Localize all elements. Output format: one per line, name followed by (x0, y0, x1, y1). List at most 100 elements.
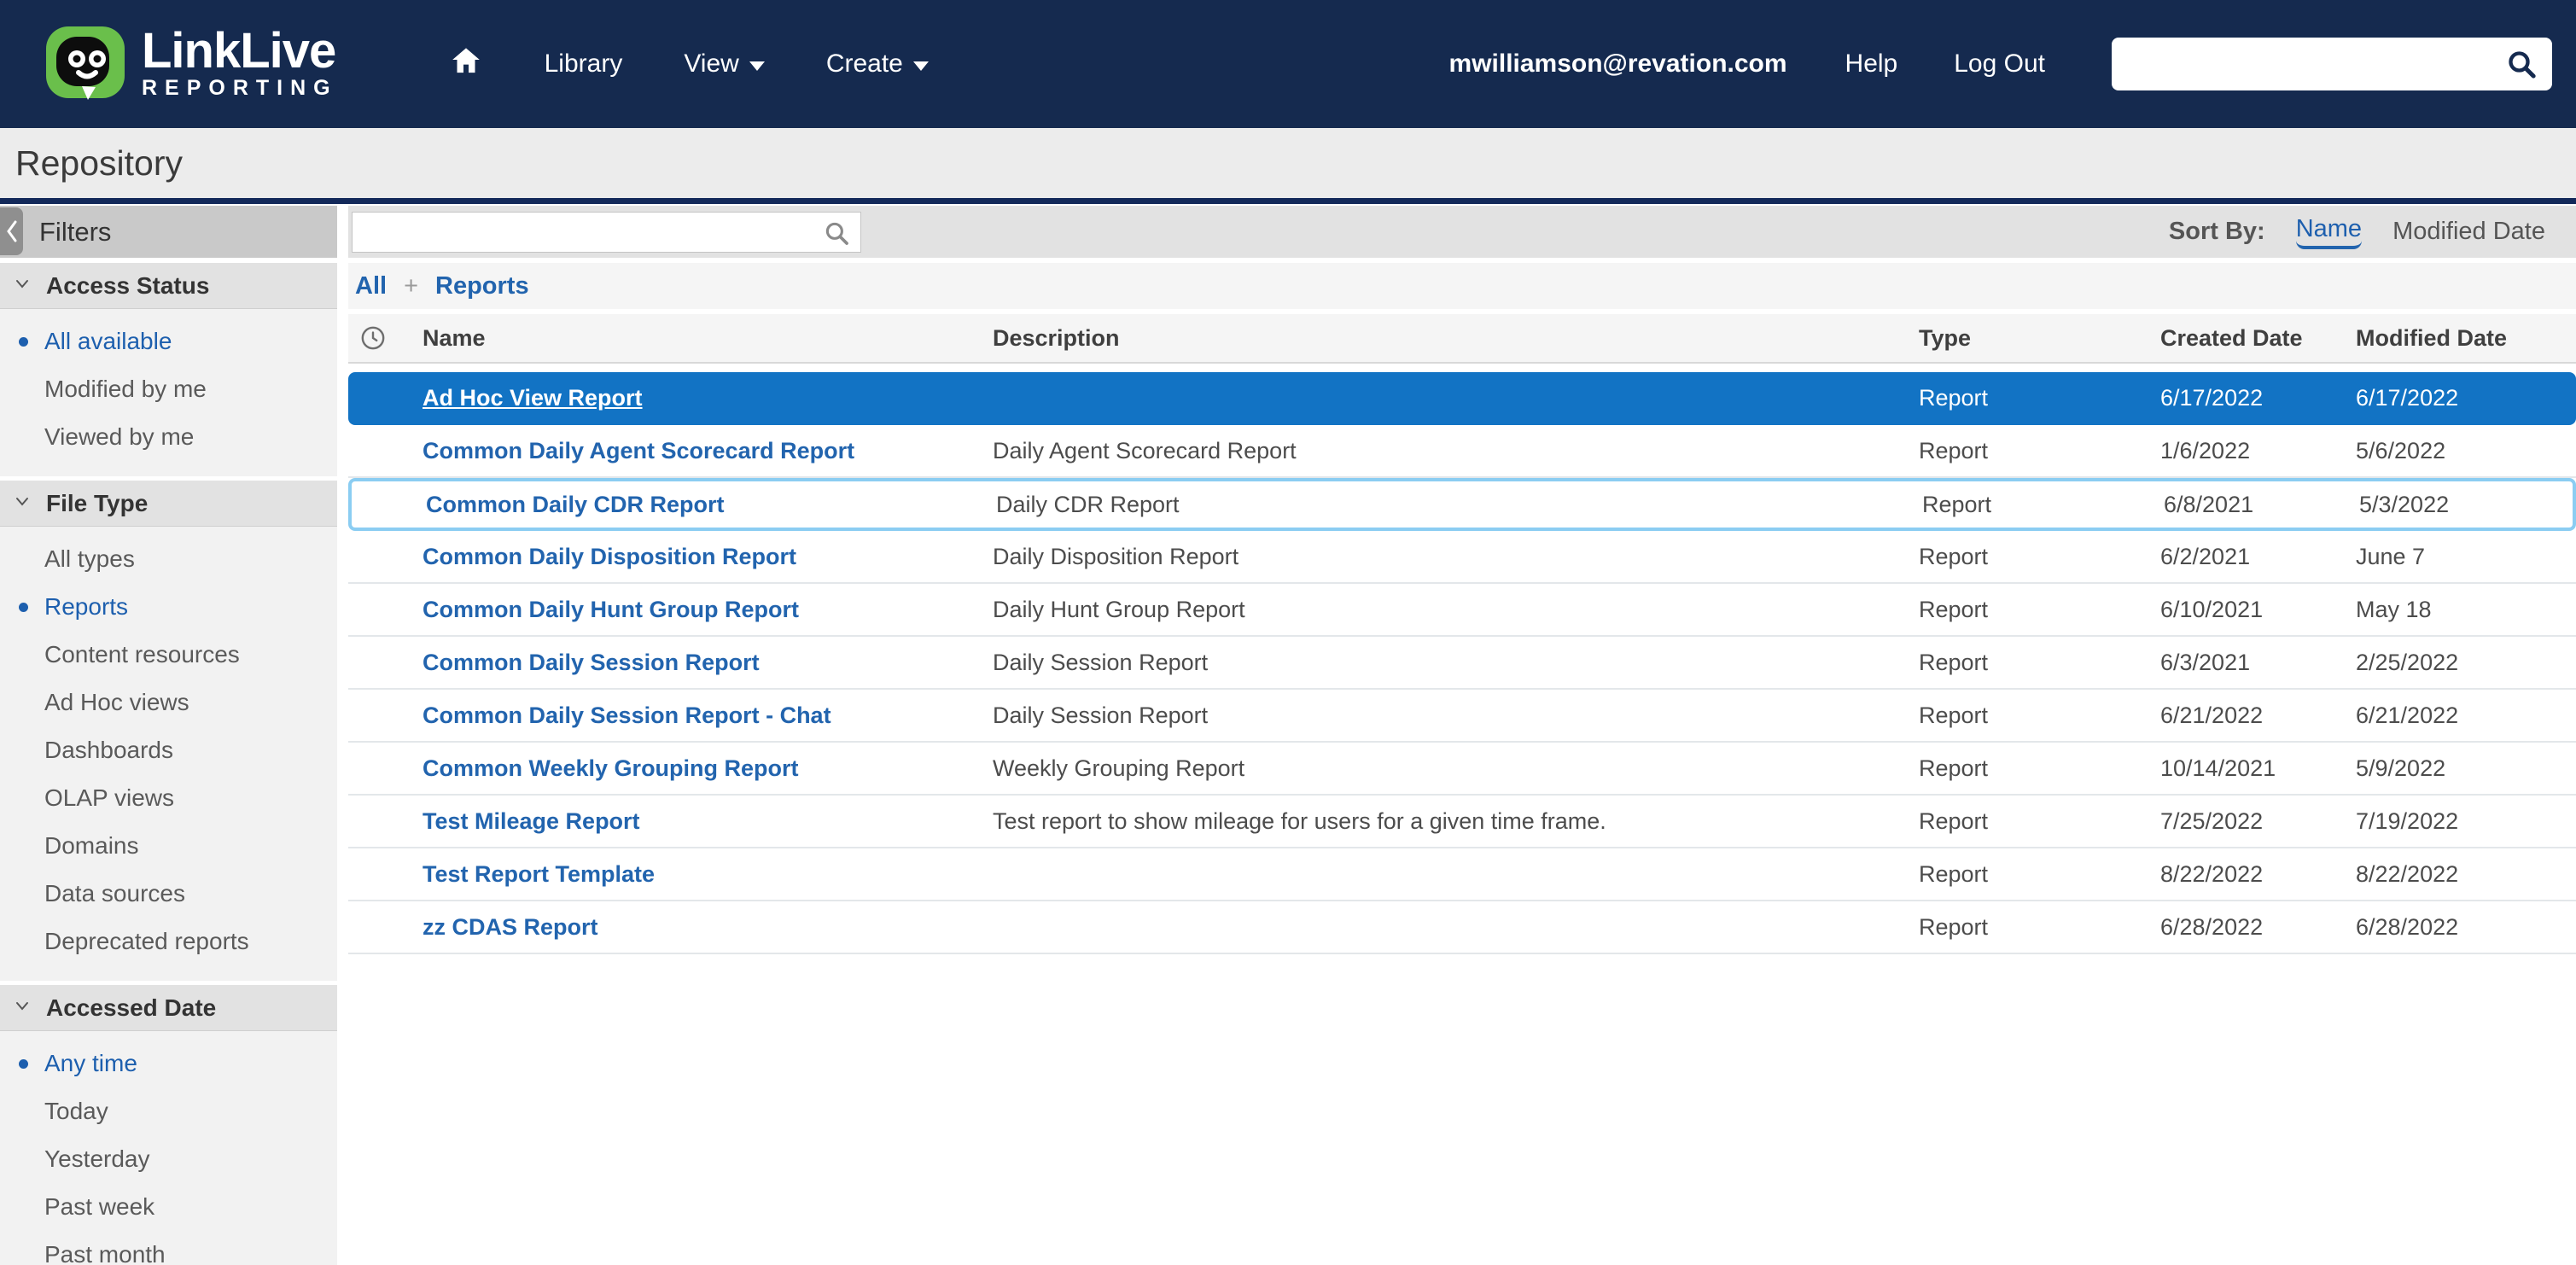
selected-bullet (19, 337, 28, 347)
column-header-name: Name (423, 325, 993, 352)
home-button[interactable] (449, 44, 483, 85)
report-name-link[interactable]: Common Daily Agent Scorecard Report (423, 438, 854, 463)
report-type: Report (1919, 861, 2160, 888)
nav-item-view-label: View (684, 50, 738, 79)
report-name-link[interactable]: zz CDAS Report (423, 914, 598, 940)
sidebar-item-past-week[interactable]: Past week (0, 1183, 337, 1231)
report-type: Report (1919, 438, 2160, 464)
collapse-filters-button[interactable] (0, 207, 23, 255)
sidebar-item-all-types[interactable]: All types (0, 535, 337, 583)
sidebar-item-data-sources[interactable]: Data sources (0, 870, 337, 918)
table-row[interactable]: Test Mileage ReportTest report to show m… (348, 796, 2576, 848)
chevron-down-icon (12, 273, 32, 298)
table-row[interactable]: Test Report TemplateReport8/22/20228/22/… (348, 848, 2576, 901)
report-created-date: 6/2/2021 (2160, 544, 2356, 570)
nav-item-create[interactable]: Create (826, 50, 929, 79)
report-name-link[interactable]: Common Daily Disposition Report (423, 544, 796, 569)
sidebar-item-viewed-by-me[interactable]: Viewed by me (0, 413, 337, 461)
sidebar-item-domains[interactable]: Domains (0, 822, 337, 870)
sort-option-modified-date[interactable]: Modified Date (2392, 218, 2545, 246)
report-name-link[interactable]: Test Report Template (423, 861, 655, 887)
breadcrumb-all[interactable]: All (355, 272, 387, 300)
table-row[interactable]: zz CDAS ReportReport6/28/20226/28/2022 (348, 901, 2576, 954)
report-table-body: Ad Hoc View Report Report 6/17/20226/17/20… (348, 367, 2576, 954)
report-created-date: 8/22/2022 (2160, 861, 2356, 888)
sidebar-item-deprecated-reports[interactable]: Deprecated reports (0, 918, 337, 965)
logo-icon (44, 21, 126, 108)
table-row[interactable]: Common Daily Agent Scorecard Report Daily… (348, 425, 2576, 478)
nav-right: mwilliamson@revation.com Help Log Out (1449, 38, 2552, 90)
home-icon (449, 44, 483, 85)
sidebar-item-content-resources[interactable]: Content resources (0, 631, 337, 679)
report-created-date: 6/8/2021 (2164, 492, 2359, 518)
report-name-cell: zz CDAS Report (423, 914, 993, 941)
report-created-date: 6/17/2022 (2160, 385, 2356, 411)
report-created-date: 6/21/2022 (2160, 702, 2356, 729)
report-type: Report (1919, 808, 2160, 835)
filter-section-items: All typesReportsContent resourcesAd Hoc … (0, 527, 337, 981)
report-name-link[interactable]: Common Weekly Grouping Report (423, 755, 799, 781)
sidebar-item-past-month[interactable]: Past month (0, 1231, 337, 1265)
breadcrumb: All + Reports (348, 263, 2576, 309)
report-name-link[interactable]: Common Daily Session Report (423, 650, 760, 675)
logout-link[interactable]: Log Out (1954, 50, 2045, 79)
sidebar-item-reports[interactable]: Reports (0, 583, 337, 631)
report-description: Daily Agent Scorecard Report (993, 438, 1919, 464)
breadcrumb-reports[interactable]: Reports (435, 272, 529, 300)
sidebar-item-modified-by-me[interactable]: Modified by me (0, 365, 337, 413)
nav-item-view[interactable]: View (684, 50, 764, 79)
report-name-cell: Ad Hoc View Report (423, 385, 993, 411)
global-search-input[interactable] (2112, 38, 2552, 90)
chevron-down-icon (12, 995, 32, 1020)
report-type: Report (1919, 597, 2160, 623)
table-header: Name Description Type Created Date Modif… (348, 314, 2576, 364)
filter-section-items: All availableModified by meViewed by me (0, 309, 337, 476)
search-icon[interactable] (2504, 47, 2538, 81)
selected-bullet (19, 1059, 28, 1069)
report-type: Report (1922, 492, 2164, 518)
nav-item-library[interactable]: Library (545, 50, 623, 79)
report-name-link[interactable]: Ad Hoc View Report (423, 385, 643, 411)
table-row[interactable]: Ad Hoc View ReportReport6/17/20226/17/20… (348, 372, 2576, 425)
brand-subtitle: REPORTING (142, 75, 338, 101)
filter-section-header-file-type[interactable]: File Type (0, 481, 337, 527)
column-header-created-date: Created Date (2160, 325, 2356, 352)
sort-option-name[interactable]: Name (2296, 215, 2362, 249)
report-name-link[interactable]: Common Daily Hunt Group Report (423, 597, 799, 622)
report-modified-date: 5/3/2022 (2359, 492, 2573, 518)
table-row[interactable]: Common Daily CDR ReportDaily CDR ReportR… (348, 478, 2576, 531)
filter-section-header-access-status[interactable]: Access Status (0, 263, 337, 309)
repository-search-input[interactable] (352, 212, 861, 253)
report-name-cell: Common Daily Session Report (423, 650, 993, 676)
filter-section-items: Any timeTodayYesterdayPast weekPast mont… (0, 1031, 337, 1265)
table-row[interactable]: Common Weekly Grouping ReportWeekly Grou… (348, 743, 2576, 796)
app-logo[interactable]: LinkLive REPORTING (44, 21, 338, 108)
sidebar-item-dashboards[interactable]: Dashboards (0, 726, 337, 774)
report-name-link[interactable]: Common Daily Session Report - Chat (423, 702, 831, 728)
sidebar-item-yesterday[interactable]: Yesterday (0, 1135, 337, 1183)
table-row[interactable]: Common Daily Session Report - ChatDaily … (348, 690, 2576, 743)
sidebar-item-any-time[interactable]: Any time (0, 1040, 337, 1087)
table-row[interactable]: Common Daily Session Report Daily Session… (348, 637, 2576, 690)
filter-section-header-accessed-date[interactable]: Accessed Date (0, 985, 337, 1031)
sidebar-item-olap-views[interactable]: OLAP views (0, 774, 337, 822)
report-name-cell: Common Daily Disposition Report (423, 544, 993, 570)
report-name-link[interactable]: Common Daily CDR Report (426, 492, 725, 517)
sidebar-item-ad-hoc-views[interactable]: Ad Hoc views (0, 679, 337, 726)
help-link[interactable]: Help (1845, 50, 1898, 79)
report-description: Daily Session Report (993, 650, 1919, 676)
user-email: mwilliamson@revation.com (1449, 50, 1787, 79)
toolbar: Sort By: Name Modified Date (348, 206, 2576, 258)
report-modified-date: 6/17/2022 (2356, 385, 2576, 411)
table-row[interactable]: Common Daily Disposition ReportDaily Dis… (348, 531, 2576, 584)
report-name-cell: Common Daily Session Report - Chat (423, 702, 993, 729)
sidebar-item-today[interactable]: Today (0, 1087, 337, 1135)
report-name-link[interactable]: Test Mileage Report (423, 808, 640, 834)
sidebar-item-all-available[interactable]: All available (0, 318, 337, 365)
report-modified-date: 5/6/2022 (2356, 438, 2576, 464)
breadcrumb-separator: + (404, 272, 418, 300)
page-title-bar: Repository (0, 128, 2576, 198)
table-row[interactable]: Common Daily Hunt Group ReportDaily Hunt… (348, 584, 2576, 637)
search-icon[interactable] (822, 219, 851, 248)
report-type: Report (1919, 544, 2160, 570)
